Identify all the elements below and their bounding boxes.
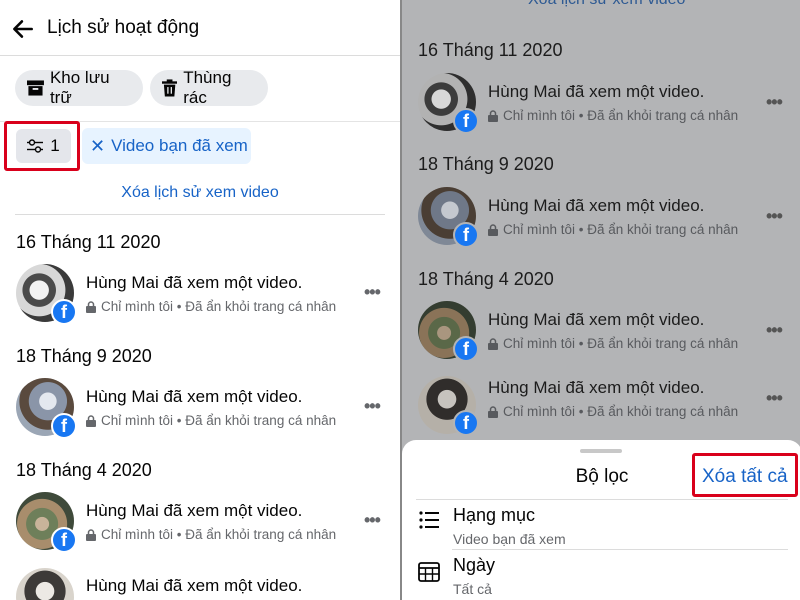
lock-icon xyxy=(488,405,498,418)
entry-title[interactable]: Hùng Mai đã xem một video. xyxy=(86,576,302,596)
video-thumbnail[interactable] xyxy=(16,568,74,600)
entry-title[interactable]: Hùng Mai đã xem một video. xyxy=(86,387,302,407)
highlight-box xyxy=(4,121,80,171)
separator-dot: • xyxy=(575,108,588,123)
separator-dot: • xyxy=(173,527,186,542)
status-label: Đã ẩn khỏi trang cá nhân xyxy=(587,108,739,123)
more-options-icon[interactable]: ••• xyxy=(364,396,381,417)
entry-title[interactable]: Hùng Mai đã xem một video. xyxy=(86,273,302,293)
date-heading: 18 Tháng 9 2020 xyxy=(16,346,152,366)
trash-button[interactable]: Thùng rác xyxy=(150,68,268,107)
archive-box-icon xyxy=(27,80,44,96)
more-options-icon[interactable]: ••• xyxy=(364,282,381,303)
privacy-label: Chỉ mình tôi xyxy=(503,222,576,237)
facebook-icon: f xyxy=(51,299,77,325)
facebook-icon: f xyxy=(453,222,479,248)
option-label: Hạng mục xyxy=(453,505,536,525)
filter-sheet-screen: Xóa lịch sử xem video 16 Tháng 11 2020 f… xyxy=(400,0,800,600)
drag-handle[interactable] xyxy=(580,449,622,453)
separator-dot: • xyxy=(575,404,588,419)
status-label: Đã ẩn khỏi trang cá nhân xyxy=(185,413,337,428)
privacy-label: Chỉ mình tôi xyxy=(503,404,576,419)
activity-log-screen: Lịch sử hoạt động Kho lưu trữ Thùng rác … xyxy=(0,0,400,600)
privacy-label: Chỉ mình tôi xyxy=(101,299,174,314)
separator-dot: • xyxy=(575,336,588,351)
facebook-icon: f xyxy=(453,108,479,134)
status-label: Đã ẩn khỏi trang cá nhân xyxy=(587,404,739,419)
status-label: Đã ẩn khỏi trang cá nhân xyxy=(185,527,337,542)
entry-meta: Chỉ mình tôi • Đã ẩn khỏi trang cá nhân xyxy=(86,413,336,428)
option-label: Ngày xyxy=(453,555,496,575)
entry-title[interactable]: Hùng Mai đã xem một video. xyxy=(488,310,704,330)
video-filter-chip[interactable]: ✕ Video bạn đã xem xyxy=(82,128,251,164)
date-heading: 18 Tháng 9 2020 xyxy=(418,154,554,174)
archive-button[interactable]: Kho lưu trữ xyxy=(15,68,143,107)
entry-meta: Chỉ mình tôi • Đã ẩn khỏi trang cá nhân xyxy=(488,336,738,351)
more-options-icon[interactable]: ••• xyxy=(766,92,783,113)
divider xyxy=(452,549,788,550)
privacy-label: Chỉ mình tôi xyxy=(101,413,174,428)
close-icon[interactable]: ✕ xyxy=(90,136,105,157)
facebook-icon: f xyxy=(51,527,77,553)
back-arrow-icon[interactable] xyxy=(10,16,36,42)
entry-title[interactable]: Hùng Mai đã xem một video. xyxy=(488,196,704,216)
divider xyxy=(416,499,788,500)
calendar-icon xyxy=(418,562,440,582)
more-options-icon[interactable]: ••• xyxy=(766,320,783,341)
trash-label: Thùng rác xyxy=(183,68,232,107)
lock-icon xyxy=(488,337,498,350)
date-heading: 18 Tháng 4 2020 xyxy=(16,460,152,480)
clear-video-history-link[interactable]: Xóa lịch sử xem video xyxy=(528,0,685,9)
facebook-icon: f xyxy=(453,336,479,362)
facebook-icon: f xyxy=(51,413,77,439)
date-heading: 18 Tháng 4 2020 xyxy=(418,269,554,289)
status-label: Đã ẩn khỏi trang cá nhân xyxy=(587,336,739,351)
lock-icon xyxy=(86,414,96,427)
entry-meta: Chỉ mình tôi • Đã ẩn khỏi trang cá nhân xyxy=(86,527,336,542)
date-heading: 16 Tháng 11 2020 xyxy=(418,40,563,60)
privacy-label: Chỉ mình tôi xyxy=(503,336,576,351)
lock-icon xyxy=(86,528,96,541)
option-value: Tất cả xyxy=(453,581,492,597)
status-label: Đã ẩn khỏi trang cá nhân xyxy=(587,222,739,237)
lock-icon xyxy=(488,109,498,122)
page-title: Lịch sử hoạt động xyxy=(47,17,200,38)
more-options-icon[interactable]: ••• xyxy=(766,388,783,409)
separator-dot: • xyxy=(173,299,186,314)
list-icon xyxy=(419,511,439,529)
status-label: Đã ẩn khỏi trang cá nhân xyxy=(185,299,337,314)
entry-meta: Chỉ mình tôi • Đã ẩn khỏi trang cá nhân xyxy=(488,404,738,419)
entry-title[interactable]: Hùng Mai đã xem một video. xyxy=(488,82,704,102)
more-options-icon[interactable]: ••• xyxy=(364,510,381,531)
entry-meta: Chỉ mình tôi • Đã ẩn khỏi trang cá nhân xyxy=(86,299,336,314)
highlight-box xyxy=(692,453,798,497)
separator-dot: • xyxy=(575,222,588,237)
date-heading: 16 Tháng 11 2020 xyxy=(16,232,161,252)
filter-bottom-sheet: Bộ lọc Xóa tất cả Hạng mục Video bạn đã … xyxy=(402,440,800,600)
clear-video-history-link[interactable]: Xóa lịch sử xem video xyxy=(0,184,400,202)
option-value: Video bạn đã xem xyxy=(453,531,566,547)
top-bar: Lịch sử hoạt động xyxy=(0,0,400,56)
video-filter-label: Video bạn đã xem xyxy=(111,136,248,155)
entry-meta: Chỉ mình tôi • Đã ẩn khỏi trang cá nhân xyxy=(488,108,738,123)
privacy-label: Chỉ mình tôi xyxy=(503,108,576,123)
facebook-icon: f xyxy=(453,410,479,436)
entry-title[interactable]: Hùng Mai đã xem một video. xyxy=(488,378,704,398)
more-options-icon[interactable]: ••• xyxy=(766,206,783,227)
separator-dot: • xyxy=(173,413,186,428)
entry-meta: Chỉ mình tôi • Đã ẩn khỏi trang cá nhân xyxy=(488,222,738,237)
divider xyxy=(15,214,385,215)
entry-title[interactable]: Hùng Mai đã xem một video. xyxy=(86,501,302,521)
lock-icon xyxy=(86,300,96,313)
archive-label: Kho lưu trữ xyxy=(49,68,110,107)
trash-can-icon xyxy=(162,79,178,97)
lock-icon xyxy=(488,223,498,236)
privacy-label: Chỉ mình tôi xyxy=(101,527,174,542)
